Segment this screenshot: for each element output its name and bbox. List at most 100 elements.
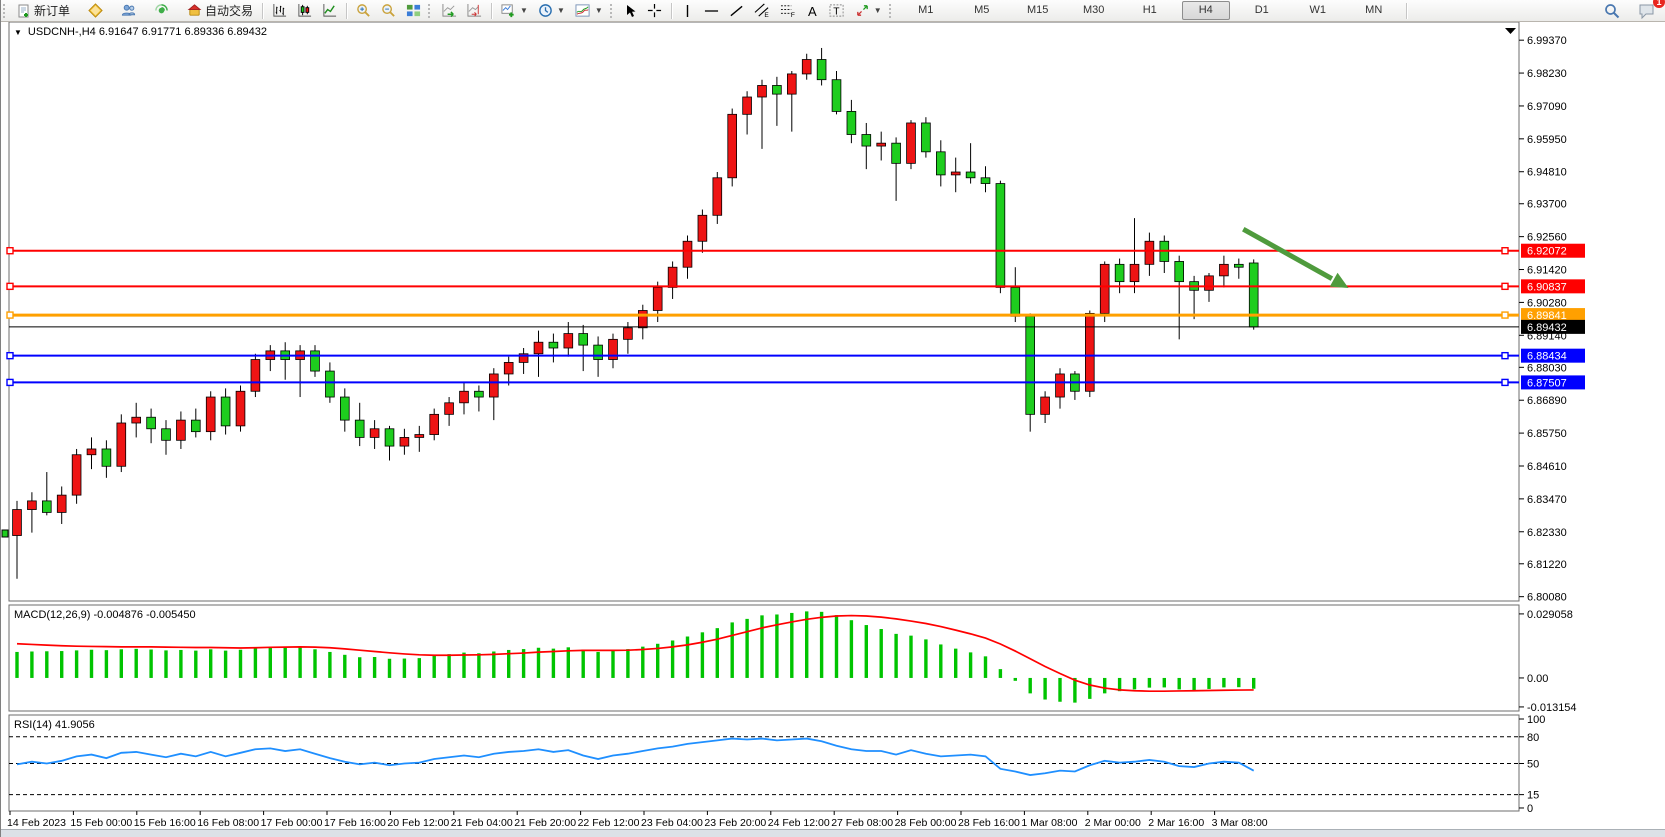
candle-body [504,362,513,374]
line-handle[interactable] [1502,379,1508,385]
candle-body [326,371,335,397]
toolbar-grip[interactable] [889,4,896,18]
line-handle[interactable] [1502,312,1508,318]
line-handle[interactable] [7,312,13,318]
tile-windows-button[interactable] [401,0,426,21]
line-handle[interactable] [7,353,13,359]
chart-shift-button[interactable] [462,0,487,21]
time-tick-label: 3 Mar 08:00 [1212,817,1268,829]
candle-body [42,501,51,513]
crosshair-tool-button[interactable] [642,0,667,21]
new-chart-button[interactable]: ▼ [496,0,533,21]
community-icon [121,3,136,18]
text-label-icon: T [829,3,845,18]
cursor-icon [624,4,637,18]
time-axis[interactable]: 14 Feb 202315 Feb 00:0015 Feb 16:0016 Fe… [7,811,1268,829]
line-handle[interactable] [7,379,13,385]
candle-body [1249,263,1258,327]
price-tick-label: 6.84610 [1527,461,1567,473]
horizontal-line-tool-button[interactable] [699,0,724,21]
line-handle[interactable] [1502,283,1508,289]
arrows-tool-button[interactable]: ▼ [850,0,887,21]
macd-histogram-bar [1073,678,1076,703]
timeframe-m5[interactable]: M5 [958,1,1006,20]
candle-body [1085,313,1094,391]
candle-body [177,420,186,440]
candlestick-button[interactable] [292,0,317,21]
trendline-tool-button[interactable] [724,0,749,21]
price-tick-label: 6.83470 [1527,494,1567,506]
macd-histogram-bar [1163,678,1166,687]
timeframe-h4[interactable]: H4 [1182,1,1230,20]
timeframe-m1[interactable]: M1 [902,1,950,20]
macd-histogram-bar [209,649,212,678]
macd-histogram-bar [179,650,182,678]
macd-histogram-bar [835,615,838,678]
equidistant-channel-tool-button[interactable]: E [749,0,775,21]
line-handle[interactable] [7,248,13,254]
toolbar-grip[interactable] [3,4,10,18]
candle-body [638,310,647,327]
metaeditor-button[interactable] [83,0,108,21]
price-line-label: 6.87507 [1527,377,1567,389]
signals-button[interactable] [149,0,174,21]
line-handle[interactable] [1502,353,1508,359]
zoom-in-icon [356,3,371,18]
bar-chart-button[interactable] [267,0,292,21]
zoom-out-icon [381,3,396,18]
macd-histogram-bar [149,650,152,678]
line-handle[interactable] [1502,248,1508,254]
notifications-button[interactable]: 1 [1633,0,1660,21]
macd-histogram-bar [254,648,257,678]
profiles-clock-button[interactable]: ▼ [533,0,570,21]
search-button[interactable] [1599,0,1625,21]
candle-body [385,429,394,446]
cursor-tool-button[interactable] [619,0,642,21]
timeframe-m30[interactable]: M30 [1070,1,1118,20]
timeframe-w1[interactable]: W1 [1294,1,1342,20]
zoom-in-button[interactable] [351,0,376,21]
macd-histogram-bar [433,656,436,678]
macd-histogram-bar [30,651,33,677]
terminal-window: 新订单 自动交易 [0,0,1665,837]
autotrading-button[interactable]: 自动交易 [182,0,258,21]
one-click-toggle-icon[interactable]: ▼ [14,28,22,37]
community-button[interactable] [116,0,141,21]
timeframe-mn[interactable]: MN [1350,1,1398,20]
chart-shift-icon [467,3,482,18]
timeframe-m15[interactable]: M15 [1014,1,1062,20]
macd-histogram-bar [388,659,391,678]
candle-body [1056,374,1065,397]
text-label-tool-button[interactable]: T [824,0,850,21]
text-tool-button[interactable]: A [801,0,824,21]
macd-histogram-bar [686,637,689,678]
chart-title: USDCNH-,H4 6.91647 6.91771 6.89336 6.894… [28,26,267,38]
chart-area[interactable]: 6.993706.982306.970906.959506.948106.937… [1,21,1665,837]
timeframe-d1[interactable]: D1 [1238,1,1286,20]
auto-scroll-button[interactable] [437,0,462,21]
candle-body [1026,316,1035,414]
candle-body [72,455,81,495]
line-handle[interactable] [7,283,13,289]
macd-histogram-bar [939,644,942,677]
macd-histogram-bar [447,654,450,678]
vertical-line-tool-button[interactable] [676,0,699,21]
toolbar-grip[interactable] [610,4,617,18]
new-order-button[interactable]: 新订单 [12,0,75,21]
toolbar-grip[interactable] [428,4,435,18]
line-chart-button[interactable] [317,0,342,21]
rsi-tick-label: 80 [1527,732,1539,744]
macd-histogram-bar [1014,678,1017,681]
candle-body [728,114,737,177]
candle-body [1145,241,1154,264]
chevron-down-icon: ▼ [520,6,528,15]
timeframe-h1[interactable]: H1 [1126,1,1174,20]
indicators-button[interactable]: ▼ [570,0,608,21]
rsi-tick-label: 100 [1527,714,1545,726]
time-tick-label: 17 Feb 16:00 [324,817,386,829]
macd-histogram-bar [1252,678,1255,689]
fibonacci-tool-button[interactable]: F [775,0,801,21]
price-tick-label: 6.91420 [1527,265,1567,277]
zoom-out-button[interactable] [376,0,401,21]
chart-canvas[interactable]: 6.993706.982306.970906.959506.948106.937… [1,21,1665,837]
